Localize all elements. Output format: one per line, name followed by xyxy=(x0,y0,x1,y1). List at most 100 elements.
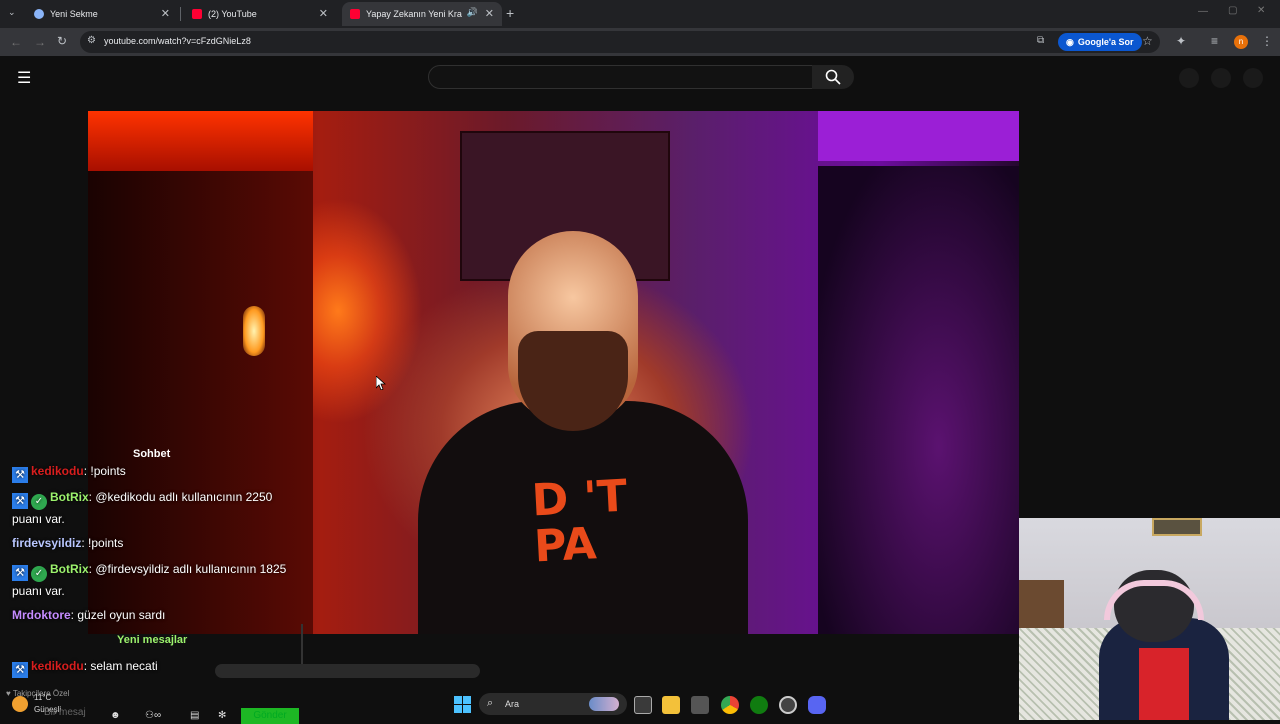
search-highlight-icon xyxy=(589,697,619,711)
video-scene-plant xyxy=(818,166,1019,634)
close-icon[interactable]: ✕ xyxy=(161,7,170,20)
gift-icon[interactable]: ▤ xyxy=(190,710,199,721)
new-messages-indicator[interactable]: Yeni mesajlar xyxy=(117,634,187,646)
create-icon[interactable] xyxy=(1179,68,1199,88)
menu-kebab-icon[interactable]: ⋮ xyxy=(1261,34,1273,48)
url-text: youtube.com/watch?v=cFzdGNieLz8 xyxy=(104,36,251,46)
chat-text: : selam necati xyxy=(83,659,158,673)
forward-icon[interactable]: → xyxy=(34,35,46,49)
taskbar-search[interactable]: ⌕ Ara xyxy=(479,693,627,715)
verified-badge-icon: ✓ xyxy=(31,566,47,582)
close-icon[interactable]: ✕ xyxy=(485,7,494,20)
chat-title: Sohbet xyxy=(133,448,171,460)
video-presenter: D 'T PA xyxy=(418,211,748,634)
minimize-icon[interactable]: — xyxy=(1198,6,1208,17)
bookmark-star-icon[interactable]: ☆ xyxy=(1142,34,1153,48)
window-close-icon[interactable]: ✕ xyxy=(1257,5,1265,16)
moderator-badge-icon: ⚒ xyxy=(12,493,28,509)
install-app-icon[interactable]: ⧉ xyxy=(1037,35,1044,46)
maximize-icon[interactable]: ▢ xyxy=(1228,5,1237,16)
site-info-icon[interactable]: ⚙ xyxy=(87,35,96,46)
taskbar-search-label: Ara xyxy=(505,699,520,709)
video-progress-bar[interactable] xyxy=(215,664,480,678)
send-button[interactable]: Gönder xyxy=(241,708,299,724)
tab-new-tab[interactable]: Yeni Sekme ✕ xyxy=(26,2,178,26)
youtube-icon xyxy=(192,9,202,19)
chat-message: ⚒ kedikodu: !points xyxy=(12,462,126,483)
media-control-icon[interactable]: ≡ xyxy=(1211,34,1218,48)
close-icon[interactable]: ✕ xyxy=(319,7,328,20)
chat-username[interactable]: BotRix xyxy=(50,562,89,576)
chat-text: : güzel oyun sardı xyxy=(70,608,166,622)
task-view-icon[interactable] xyxy=(634,696,652,714)
shirt-print-line: D 'T xyxy=(530,470,629,527)
notifications-icon[interactable] xyxy=(1211,68,1231,88)
address-bar[interactable]: ⚙ youtube.com/watch?v=cFzdGNieLz8 xyxy=(80,31,1160,53)
discord-icon[interactable] xyxy=(808,696,826,714)
shirt-print-line: PA xyxy=(532,518,598,573)
browser-tab-bar: ⌄ Yeni Sekme ✕ (2) YouTube ✕ Yapay Zekan… xyxy=(0,0,1280,28)
emoji-icon[interactable]: ☻ xyxy=(110,710,121,721)
chat-username[interactable]: BotRix xyxy=(50,490,89,504)
mouse-cursor-icon xyxy=(376,376,386,390)
chat-input[interactable]: Bir mesaj xyxy=(44,707,86,718)
youtube-search-input[interactable] xyxy=(428,65,813,89)
google-ask-label: Google'a Sor xyxy=(1077,37,1134,47)
steam-icon[interactable] xyxy=(779,696,797,714)
youtube-icon xyxy=(350,9,360,19)
shirt-print: D 'T PA xyxy=(530,470,631,573)
chat-message: firdevsyildiz: !points xyxy=(12,534,123,553)
moderator-badge-icon: ⚒ xyxy=(12,467,28,483)
tab-label: Yapay Zekanın Yeni Kralı Cl xyxy=(366,9,462,19)
tab-label: (2) YouTube xyxy=(208,9,257,19)
youtube-search-button[interactable] xyxy=(812,65,854,89)
webcam-overlay xyxy=(1019,518,1280,720)
heart-icon: ♥ xyxy=(6,689,11,698)
webcam-streamer-shirt xyxy=(1139,648,1189,720)
moderator-badge-icon: ⚒ xyxy=(12,662,28,678)
chat-message: ⚒ ✓ BotRix: @firdevsyildiz adlı kullanıcın… xyxy=(12,560,287,601)
speaker-icon[interactable]: 🔊 xyxy=(467,7,478,18)
xbox-icon[interactable] xyxy=(750,696,768,714)
people-icon[interactable]: ⚇∞ xyxy=(145,710,161,721)
chrome-icon[interactable] xyxy=(721,696,739,714)
extensions-icon[interactable]: ✦ xyxy=(1176,34,1186,48)
chat-text: : !points xyxy=(81,536,124,550)
video-scene-wall xyxy=(88,111,313,171)
chat-text: : !points xyxy=(83,464,126,478)
store-icon[interactable] xyxy=(691,696,709,714)
chat-message: ⚒ ✓ BotRix: @kedikodu adlı kullanıcının 22… xyxy=(12,488,302,529)
weather-sun-icon xyxy=(12,696,28,712)
tab-divider xyxy=(180,7,181,21)
video-scene-purple-wall xyxy=(818,111,1019,161)
tab-list-chevron-icon[interactable]: ⌄ xyxy=(8,7,16,18)
chat-username[interactable]: kedikodu xyxy=(31,464,84,478)
google-lens-icon: ◉ xyxy=(1066,36,1074,47)
search-icon xyxy=(825,69,841,85)
chat-username[interactable]: firdevsyildiz xyxy=(12,536,81,550)
settings-gear-icon[interactable]: ✻ xyxy=(218,710,226,721)
profile-avatar[interactable]: n xyxy=(1234,35,1248,49)
back-icon[interactable]: ← xyxy=(10,35,22,49)
chat-username[interactable]: kedikodu xyxy=(31,659,84,673)
google-ask-button[interactable]: ◉ Google'a Sor xyxy=(1058,33,1142,51)
windows-start-icon[interactable] xyxy=(454,696,471,713)
tab-youtube[interactable]: (2) YouTube ✕ xyxy=(184,2,336,26)
file-explorer-icon[interactable] xyxy=(662,696,680,714)
chat-username[interactable]: Mrdoktore xyxy=(12,608,71,622)
chat-message: Mrdoktore: güzel oyun sardı xyxy=(12,606,165,625)
tab-video-active[interactable]: Yapay Zekanın Yeni Kralı Cl 🔊 ✕ xyxy=(342,2,502,26)
webcam-wall-frame xyxy=(1152,518,1202,536)
weather-temp: 11°C xyxy=(34,693,52,702)
new-tab-button[interactable]: + xyxy=(506,5,514,21)
chat-message: ⚒ kedikodu: selam necati xyxy=(12,657,158,678)
video-scene-lamp xyxy=(243,306,265,356)
moderator-badge-icon: ⚒ xyxy=(12,565,28,581)
reload-icon[interactable]: ↻ xyxy=(57,34,67,48)
account-avatar[interactable] xyxy=(1243,68,1263,88)
search-icon: ⌕ xyxy=(487,697,494,709)
tab-label: Yeni Sekme xyxy=(50,9,98,19)
verified-badge-icon: ✓ xyxy=(31,494,47,510)
globe-icon xyxy=(34,9,44,19)
hamburger-menu-icon[interactable]: ☰ xyxy=(17,68,31,88)
